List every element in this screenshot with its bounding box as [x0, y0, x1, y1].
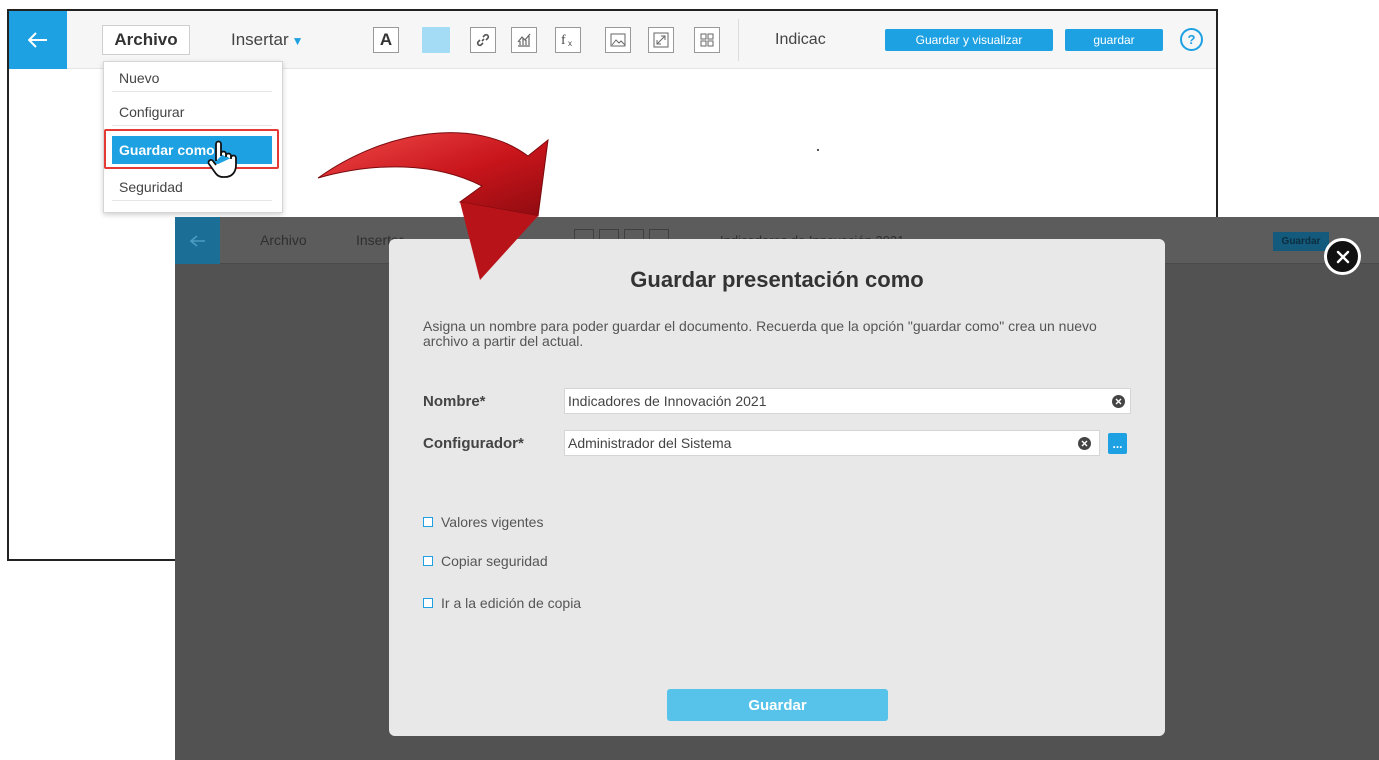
checkbox-copiar-seguridad[interactable]: Copiar seguridad: [423, 553, 548, 569]
background-back-button: [175, 217, 220, 264]
svg-text:x: x: [568, 39, 572, 48]
image-button[interactable]: [605, 27, 631, 53]
help-icon[interactable]: ?: [1180, 28, 1203, 51]
nombre-value: Indicadores de Innovación 2021: [568, 393, 767, 409]
document-title[interactable]: Indicac: [775, 31, 826, 49]
toolbar-divider: [738, 19, 739, 61]
checkbox-label: Ir a la edición de copia: [441, 595, 582, 611]
insertar-label: Insertar: [231, 30, 289, 49]
dialog-description: Asigna un nombre para poder guardar el d…: [423, 318, 1097, 349]
curved-arrow-icon: [317, 132, 549, 280]
checkbox-label: Copiar seguridad: [441, 553, 548, 569]
chart-icon: [517, 33, 531, 47]
clear-icon[interactable]: [1078, 437, 1091, 450]
caret-down-icon: ▼: [291, 34, 304, 48]
font-color-button[interactable]: A: [373, 27, 399, 53]
back-arrow-icon: [189, 234, 205, 247]
hand-cursor-icon: [207, 140, 237, 178]
clear-icon[interactable]: [1112, 395, 1125, 408]
checkbox-box[interactable]: [423, 517, 433, 527]
expand-button[interactable]: [648, 27, 674, 53]
configurador-value: Administrador del Sistema: [568, 435, 732, 451]
save-button[interactable]: guardar: [1065, 29, 1163, 51]
checkbox-box[interactable]: [423, 598, 433, 608]
function-button[interactable]: fx: [555, 27, 581, 53]
menu-item-seguridad[interactable]: Seguridad: [112, 173, 272, 201]
save-as-dialog: Guardar presentación como Asigna un nomb…: [389, 239, 1165, 736]
nombre-input[interactable]: Indicadores de Innovación 2021: [564, 388, 1131, 414]
back-arrow-icon: [28, 32, 47, 48]
highlight-callout: [104, 129, 279, 169]
checkbox-ir-a-edicion[interactable]: Ir a la edición de copia: [423, 595, 581, 611]
configurador-label: Configurador*: [423, 435, 524, 452]
image-icon: [610, 33, 626, 47]
checkbox-valores-vigentes[interactable]: Valores vigentes: [423, 514, 543, 530]
link-button[interactable]: [470, 27, 496, 53]
back-button[interactable]: [9, 11, 67, 69]
widget-icon: [700, 33, 714, 47]
menu-item-configurar[interactable]: Configurar: [112, 98, 272, 126]
archivo-menu[interactable]: Archivo: [102, 25, 190, 55]
save-and-view-button[interactable]: Guardar y visualizar: [885, 29, 1053, 51]
insertar-menu[interactable]: Insertar ▼: [231, 30, 304, 50]
configurador-input[interactable]: Administrador del Sistema: [564, 430, 1100, 456]
fill-color-button[interactable]: [422, 27, 450, 53]
expand-icon: [653, 32, 669, 48]
canvas-dot: [817, 149, 819, 151]
checkbox-label: Valores vigentes: [441, 514, 544, 530]
menu-item-nuevo[interactable]: Nuevo: [112, 64, 272, 92]
widget-button[interactable]: [694, 27, 720, 53]
guardar-button[interactable]: Guardar: [667, 689, 888, 721]
svg-text:f: f: [561, 33, 566, 48]
browse-configurador-button[interactable]: ...: [1108, 433, 1127, 454]
checkbox-box[interactable]: [423, 556, 433, 566]
background-save-button: Guardar: [1273, 232, 1329, 251]
link-icon: [476, 33, 490, 47]
close-icon: [1336, 250, 1349, 263]
nombre-label: Nombre*: [423, 393, 486, 410]
dialog-screenshot: Archivo Insertar Indicadores de Innovaci…: [175, 217, 1379, 760]
chart-button[interactable]: [511, 27, 537, 53]
function-icon: fx: [561, 33, 572, 48]
close-button[interactable]: [1324, 238, 1361, 275]
